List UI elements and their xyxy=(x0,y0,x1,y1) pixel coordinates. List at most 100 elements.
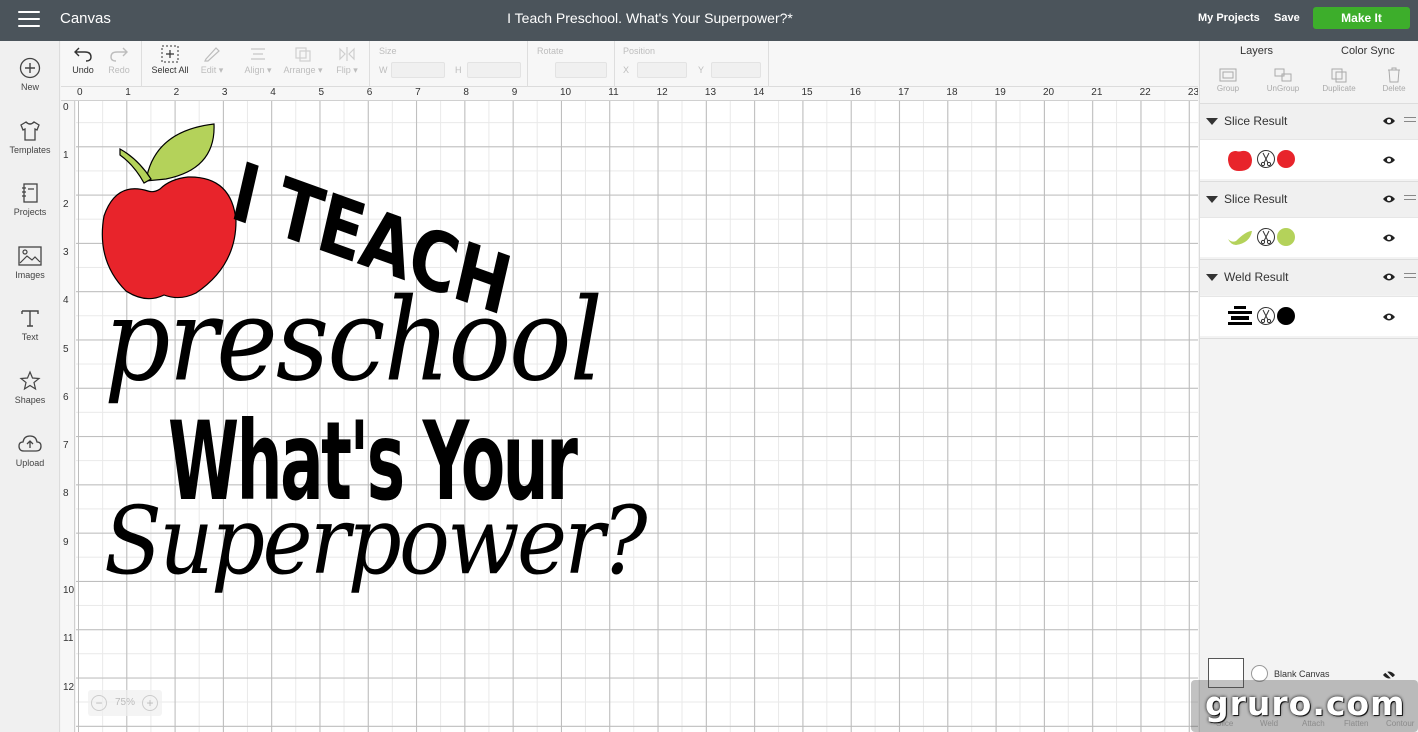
redo-button[interactable]: Redo xyxy=(107,45,131,75)
image-icon xyxy=(18,246,42,266)
drag-handle-icon[interactable] xyxy=(1404,273,1416,281)
x-label: X xyxy=(623,65,630,75)
make-it-button[interactable]: Make It xyxy=(1313,7,1410,29)
undo-label: Undo xyxy=(72,65,94,75)
ruler-top-tick-label: 2 xyxy=(173,87,180,98)
sidebar-item-templates[interactable]: Templates xyxy=(0,120,60,155)
eye-icon[interactable] xyxy=(1382,233,1396,243)
flip-menu[interactable]: Flip ▾ xyxy=(333,45,361,76)
ruler-top-tick-label: 18 xyxy=(946,87,958,98)
save-button[interactable]: Save xyxy=(1274,12,1300,24)
select-all-button[interactable]: Select All xyxy=(149,45,191,75)
redo-label: Redo xyxy=(108,65,130,75)
design-text-superpower[interactable]: Superpower? xyxy=(104,487,647,596)
layer-item-red-apple[interactable] xyxy=(1200,139,1418,179)
edit-toolbar: Undo Redo Select All Edit ▾ Align ▾ Arra… xyxy=(61,41,1198,87)
layer-group-weld-result[interactable]: Weld Result xyxy=(1200,259,1418,295)
tab-layers[interactable]: Layers xyxy=(1240,45,1273,57)
layer-color-swatch[interactable] xyxy=(1277,228,1295,246)
sidebar-item-label: Text xyxy=(21,332,39,342)
chevron-down-icon: ▾ xyxy=(350,65,358,75)
delete-button[interactable]: Delete xyxy=(1372,67,1416,93)
layer-color-swatch[interactable] xyxy=(1277,307,1295,325)
align-menu[interactable]: Align ▾ xyxy=(241,45,275,76)
ruler-top-tick-label: 9 xyxy=(511,87,518,98)
group-button[interactable]: Group xyxy=(1206,67,1250,93)
flip-icon xyxy=(339,47,355,61)
ruler-top-tick-label: 16 xyxy=(849,87,861,98)
sidebar-item-projects[interactable]: Projects xyxy=(0,182,60,217)
drag-handle-icon[interactable] xyxy=(1404,117,1416,125)
undo-icon xyxy=(74,47,92,62)
eye-icon[interactable] xyxy=(1382,312,1396,322)
sidebar-item-shapes[interactable]: Shapes xyxy=(0,370,60,405)
eye-icon[interactable] xyxy=(1382,272,1396,282)
ruler-left-tick-label: 1 xyxy=(63,150,69,162)
collapse-triangle-icon[interactable] xyxy=(1206,274,1218,281)
zoom-control: − 75% + xyxy=(88,690,162,716)
position-label: Position xyxy=(623,46,656,56)
width-input[interactable] xyxy=(391,62,445,78)
eye-icon[interactable] xyxy=(1382,116,1396,126)
plus-circle-icon xyxy=(19,57,41,79)
sidebar-item-upload[interactable]: Upload xyxy=(0,433,60,468)
collapse-triangle-icon[interactable] xyxy=(1206,196,1218,203)
zoom-out-button[interactable]: − xyxy=(91,695,107,711)
rotate-input[interactable] xyxy=(555,62,607,78)
layer-color-swatch[interactable] xyxy=(1277,150,1295,168)
x-position-input[interactable] xyxy=(637,62,687,78)
height-input[interactable] xyxy=(467,62,521,78)
ruler-top-tick-label: 4 xyxy=(270,87,276,98)
sidebar-item-images[interactable]: Images xyxy=(0,245,60,280)
layer-group-slice-result-1[interactable]: Slice Result xyxy=(1200,103,1418,139)
layer-item-black-text[interactable] xyxy=(1200,296,1418,336)
sidebar-item-label: Images xyxy=(15,270,45,280)
drag-handle-icon[interactable] xyxy=(1404,195,1416,203)
layer-tools: Group UnGroup Duplicate Delete xyxy=(1200,65,1418,101)
group-icon xyxy=(1219,68,1237,82)
y-position-input[interactable] xyxy=(711,62,761,78)
ruler-top-tick-label: 13 xyxy=(704,87,717,98)
ruler-left-tick-label: 0 xyxy=(63,102,69,113)
cloud-upload-icon xyxy=(18,435,42,452)
ruler-left-tick-label: 11 xyxy=(63,633,74,645)
ruler-top-tick-label: 19 xyxy=(994,87,1006,98)
design-text-preschool[interactable]: preschool xyxy=(104,273,603,407)
eye-icon[interactable] xyxy=(1382,155,1396,165)
size-label: Size xyxy=(379,46,397,56)
layers-panel: Layers Color Sync Group UnGroup Duplicat… xyxy=(1199,41,1418,732)
edit-menu[interactable]: Edit ▾ xyxy=(197,45,227,76)
layer-group-slice-result-2[interactable]: Slice Result xyxy=(1200,181,1418,217)
ruler-left-tick-label: 8 xyxy=(63,488,69,500)
ruler-left-tick-label: 9 xyxy=(63,536,69,548)
edit-label: Edit xyxy=(200,65,217,75)
eye-icon[interactable] xyxy=(1382,194,1396,204)
ungroup-label: UnGroup xyxy=(1266,84,1300,93)
sidebar-item-label: Upload xyxy=(15,458,45,468)
tab-color-sync[interactable]: Color Sync xyxy=(1341,45,1395,57)
collapse-triangle-icon[interactable] xyxy=(1206,118,1218,125)
ungroup-button[interactable]: UnGroup xyxy=(1261,67,1305,93)
ruler-top-tick-label: 17 xyxy=(898,87,910,98)
width-label: W xyxy=(379,65,388,75)
ruler-top-tick-label: 1 xyxy=(125,87,131,98)
text-icon xyxy=(21,310,39,327)
sidebar-item-new[interactable]: New xyxy=(0,57,60,92)
ruler-top-tick-label: 22 xyxy=(1139,87,1151,98)
rotate-label: Rotate xyxy=(537,46,564,56)
toolbar-divider xyxy=(141,41,142,87)
arrange-menu[interactable]: Arrange ▾ xyxy=(281,45,325,76)
duplicate-button[interactable]: Duplicate xyxy=(1317,67,1361,93)
notebook-icon xyxy=(22,183,38,203)
layer-item-green-leaf[interactable] xyxy=(1200,217,1418,257)
left-sidebar: New Templates Projects Images Text Shape… xyxy=(0,41,60,732)
ruler-left-tick-label: 12 xyxy=(63,681,75,693)
sidebar-item-text[interactable]: Text xyxy=(0,307,60,342)
undo-button[interactable]: Undo xyxy=(71,45,95,75)
my-projects-link[interactable]: My Projects xyxy=(1198,12,1260,24)
ruler-top-tick-label: 6 xyxy=(366,87,373,98)
toolbar-divider xyxy=(369,41,370,87)
design-canvas[interactable]: I TEACH preschool What's Your Superpower… xyxy=(76,101,1198,732)
shapes-icon xyxy=(19,370,41,391)
zoom-in-button[interactable]: + xyxy=(142,695,158,711)
